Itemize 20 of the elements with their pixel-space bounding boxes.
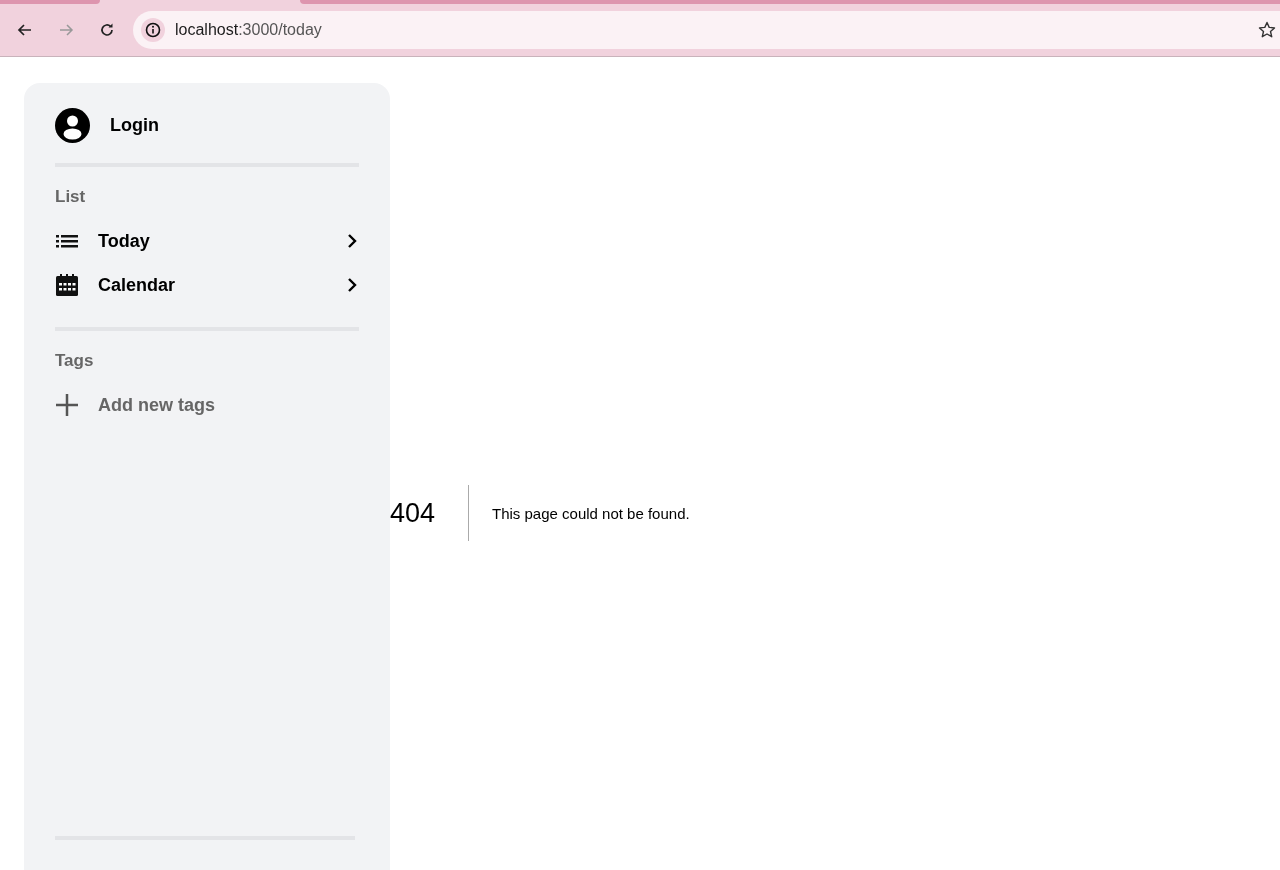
address-bar[interactable]: localhost:3000/today (133, 11, 1280, 49)
nav-item[interactable]: Calendar (55, 263, 359, 307)
avatar-icon (55, 108, 90, 143)
arrow-right-icon (58, 22, 74, 38)
section-title: Tags (55, 351, 95, 371)
error-message: This page could not be found. (492, 504, 690, 522)
error-code: 404 (390, 497, 437, 529)
plus-icon (55, 393, 79, 417)
arrow-left-icon (17, 22, 33, 38)
reload-icon (99, 22, 115, 38)
section-title: List (55, 187, 87, 207)
site-info-icon[interactable] (141, 18, 165, 42)
login-button[interactable]: Login (55, 108, 359, 143)
nav-item[interactable]: Today (55, 219, 359, 263)
url-text: localhost:3000/today (175, 21, 322, 39)
chevron-right-icon (347, 233, 357, 249)
bookmark-star-icon[interactable] (1258, 21, 1276, 39)
chevron-right-icon (347, 277, 357, 293)
add-tags-button[interactable]: Add new tags (55, 383, 359, 427)
calendar-icon (55, 273, 79, 297)
